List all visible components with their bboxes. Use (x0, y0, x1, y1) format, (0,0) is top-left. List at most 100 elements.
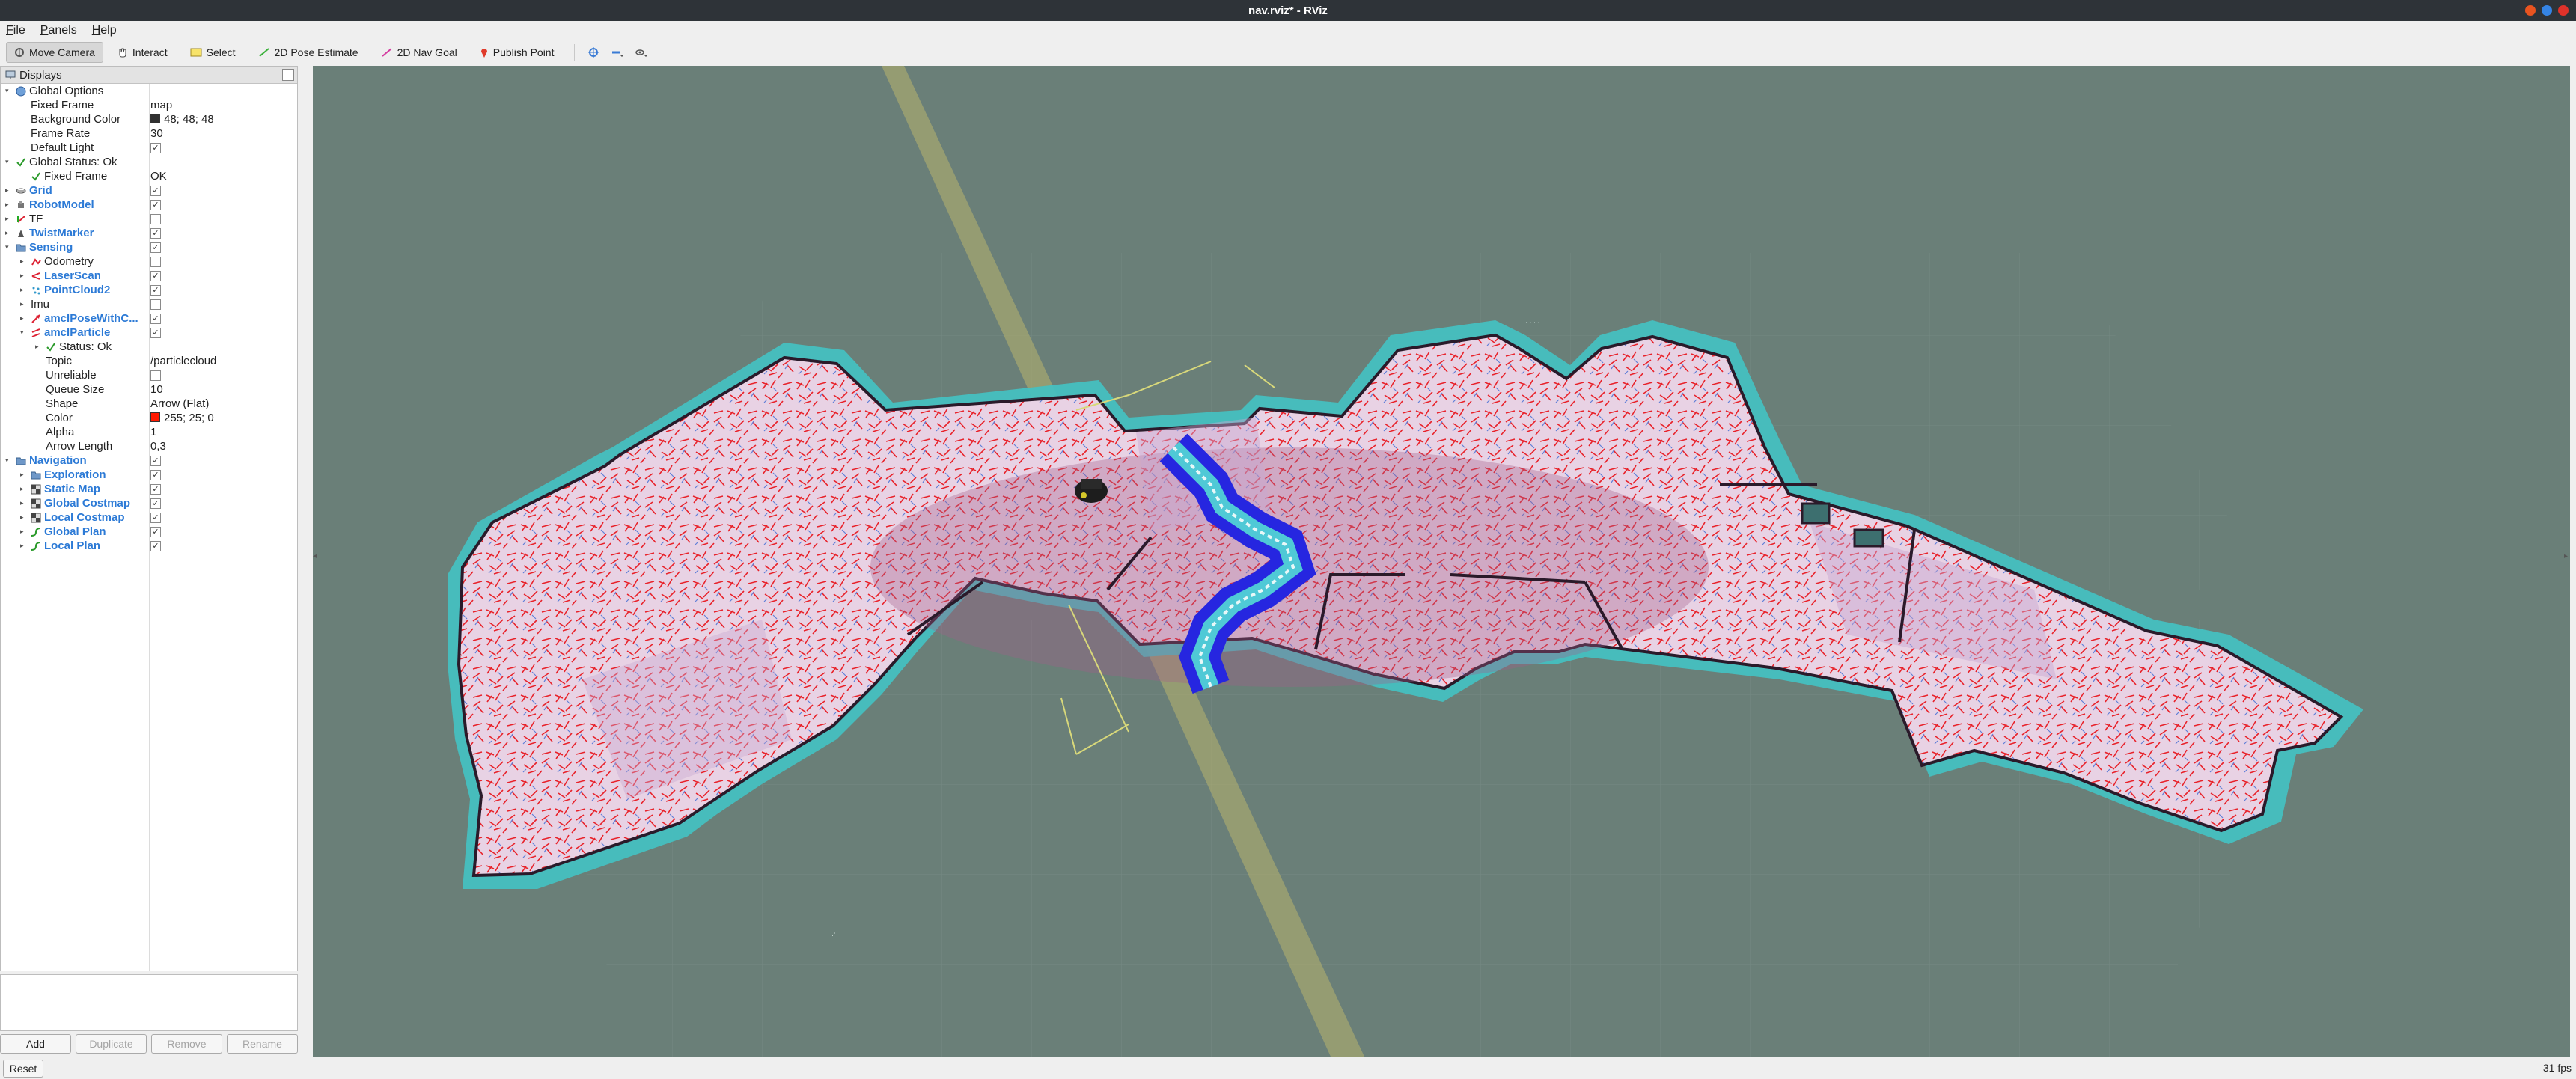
enable-checkbox-amcl-pose[interactable]: ✓ (150, 314, 161, 324)
expand-right-icon[interactable]: ▸ (20, 510, 28, 525)
enable-checkbox-odometry[interactable] (150, 257, 161, 267)
display-row-particle-color[interactable]: Color 255; 25; 0 (1, 411, 297, 425)
display-row-sensing[interactable]: ▾ Sensing ✓ (1, 240, 297, 254)
enable-checkbox-navigation[interactable]: ✓ (150, 456, 161, 466)
nav-goal-tool[interactable]: 2D Nav Goal (373, 42, 466, 63)
select-tool[interactable]: Select (182, 42, 244, 63)
enable-checkbox-tf[interactable] (150, 214, 161, 224)
scene-render[interactable]: · · · · ⋰ (313, 66, 2570, 1057)
enable-checkbox-local-plan[interactable]: ✓ (150, 541, 161, 551)
display-row-particle-topic[interactable]: Topic/particlecloud (1, 354, 297, 368)
display-row-robot-model[interactable]: ▸ RobotModel ✓ (1, 198, 297, 212)
display-row-background-color[interactable]: Background Color 48; 48; 48 (1, 112, 297, 126)
display-row-default-light[interactable]: Default Light ✓ (1, 141, 297, 155)
expand-down-icon[interactable]: ▾ (5, 155, 13, 169)
remove-button[interactable]: Remove (151, 1034, 222, 1054)
display-row-particle-alpha[interactable]: Alpha 1 (1, 425, 297, 439)
display-row-navigation[interactable]: ▾ Navigation ✓ (1, 453, 297, 468)
display-row-particle-status[interactable]: ▸ Status: Ok (1, 340, 297, 354)
left-dock-handle-icon[interactable]: ◂ (313, 552, 319, 567)
enable-checkbox-imu[interactable] (150, 299, 161, 310)
enable-checkbox-default-light[interactable]: ✓ (150, 143, 161, 153)
minimize-button[interactable] (2525, 5, 2536, 16)
enable-checkbox-global-costmap[interactable]: ✓ (150, 498, 161, 509)
expand-right-icon[interactable]: ▸ (20, 468, 28, 482)
move-camera-tool[interactable]: Move Camera (6, 41, 103, 63)
display-row-odometry[interactable]: ▸ Odometry (1, 254, 297, 269)
display-row-local-costmap[interactable]: ▸ Local Costmap ✓ (1, 510, 297, 525)
enable-checkbox-twist-marker[interactable]: ✓ (150, 228, 161, 239)
expand-down-icon[interactable]: ▾ (5, 453, 13, 468)
enable-checkbox-static-map[interactable]: ✓ (150, 484, 161, 495)
enable-checkbox-grid[interactable]: ✓ (150, 186, 161, 196)
display-value-particle-arrow-length[interactable]: 0,3 (150, 439, 166, 453)
display-row-global-costmap[interactable]: ▸ Global Costmap ✓ (1, 496, 297, 510)
display-value-status-fixed-frame[interactable]: OK (150, 169, 167, 183)
enable-checkbox-particle-unreliable[interactable] (150, 370, 161, 381)
display-value-frame-rate[interactable]: 30 (150, 126, 163, 141)
display-row-fixed-frame[interactable]: Fixed Frame map (1, 98, 297, 112)
enable-checkbox-exploration[interactable]: ✓ (150, 470, 161, 480)
display-row-static-map[interactable]: ▸ Static Map ✓ (1, 482, 297, 496)
tool-properties-button[interactable] (632, 43, 651, 62)
enable-checkbox-point-cloud2[interactable]: ✓ (150, 285, 161, 296)
display-row-particle-unreliable[interactable]: Unreliable (1, 368, 297, 382)
add-button[interactable]: Add (0, 1034, 71, 1054)
display-row-exploration[interactable]: ▸ Exploration ✓ (1, 468, 297, 482)
expand-right-icon[interactable]: ▸ (5, 183, 13, 198)
display-row-global-options[interactable]: ▾ Global Options (1, 84, 297, 98)
display-row-laser-scan[interactable]: ▸ LaserScan ✓ (1, 269, 297, 283)
display-value-particle-shape[interactable]: Arrow (Flat) (150, 397, 209, 411)
display-row-global-status[interactable]: ▾ Global Status: Ok (1, 155, 297, 169)
expand-right-icon[interactable]: ▸ (20, 254, 28, 269)
add-tool-button[interactable] (584, 43, 603, 62)
menu-file[interactable]: File (6, 24, 25, 37)
display-value-particle-alpha[interactable]: 1 (150, 425, 156, 439)
display-row-status-fixed-frame[interactable]: Fixed Frame OK (1, 169, 297, 183)
display-value-particle-topic[interactable]: /particlecloud (150, 354, 216, 368)
display-row-particle-queue-size[interactable]: Queue Size 10 (1, 382, 297, 397)
display-row-amcl-particle[interactable]: ▾ amclParticle ✓ (1, 325, 297, 340)
menu-panels[interactable]: Panels (40, 24, 77, 37)
expand-right-icon[interactable]: ▸ (5, 198, 13, 212)
enable-checkbox-local-costmap[interactable]: ✓ (150, 513, 161, 523)
display-value-fixed-frame[interactable]: map (150, 98, 172, 112)
menu-help[interactable]: Help (92, 24, 117, 37)
display-value-particle-color[interactable]: 255; 25; 0 (150, 411, 214, 425)
display-row-particle-shape[interactable]: Shape Arrow (Flat) (1, 397, 297, 411)
expand-right-icon[interactable]: ▸ (20, 311, 28, 325)
display-row-local-plan[interactable]: ▸ Local Plan ✓ (1, 539, 297, 553)
expand-right-icon[interactable]: ▸ (20, 525, 28, 539)
display-value-background-color[interactable]: 48; 48; 48 (150, 112, 214, 126)
enable-checkbox-amcl-particle[interactable]: ✓ (150, 328, 161, 338)
3d-viewport[interactable]: · · · · ⋰ ◂ ▸ (313, 66, 2570, 1057)
remove-tool-button[interactable] (608, 43, 627, 62)
maximize-button[interactable] (2542, 5, 2552, 16)
expand-right-icon[interactable]: ▸ (5, 212, 13, 226)
expand-down-icon[interactable]: ▾ (20, 325, 28, 340)
expand-right-icon[interactable]: ▸ (20, 496, 28, 510)
reset-button[interactable]: Reset (3, 1060, 43, 1078)
enable-checkbox-robot-model[interactable]: ✓ (150, 200, 161, 210)
expand-down-icon[interactable]: ▾ (5, 84, 13, 98)
rename-button[interactable]: Rename (227, 1034, 298, 1054)
display-row-point-cloud2[interactable]: ▸ PointCloud2 ✓ (1, 283, 297, 297)
right-dock-handle-icon[interactable]: ▸ (2564, 552, 2570, 567)
display-row-imu[interactable]: ▸ Imu (1, 297, 297, 311)
undock-button[interactable] (282, 69, 294, 81)
publish-point-tool[interactable]: Publish Point (471, 42, 563, 63)
display-row-grid[interactable]: ▸ Grid ✓ (1, 183, 297, 198)
expand-right-icon[interactable]: ▸ (20, 269, 28, 283)
enable-checkbox-laser-scan[interactable]: ✓ (150, 271, 161, 281)
expand-right-icon[interactable]: ▸ (20, 482, 28, 496)
expand-down-icon[interactable]: ▾ (5, 240, 13, 254)
enable-checkbox-sensing[interactable]: ✓ (150, 242, 161, 253)
display-row-global-plan[interactable]: ▸ Global Plan ✓ (1, 525, 297, 539)
enable-checkbox-global-plan[interactable]: ✓ (150, 527, 161, 537)
close-button[interactable] (2558, 5, 2569, 16)
display-row-frame-rate[interactable]: Frame Rate 30 (1, 126, 297, 141)
duplicate-button[interactable]: Duplicate (76, 1034, 147, 1054)
display-row-twist-marker[interactable]: ▸ TwistMarker ✓ (1, 226, 297, 240)
expand-right-icon[interactable]: ▸ (20, 283, 28, 297)
expand-right-icon[interactable]: ▸ (5, 226, 13, 240)
